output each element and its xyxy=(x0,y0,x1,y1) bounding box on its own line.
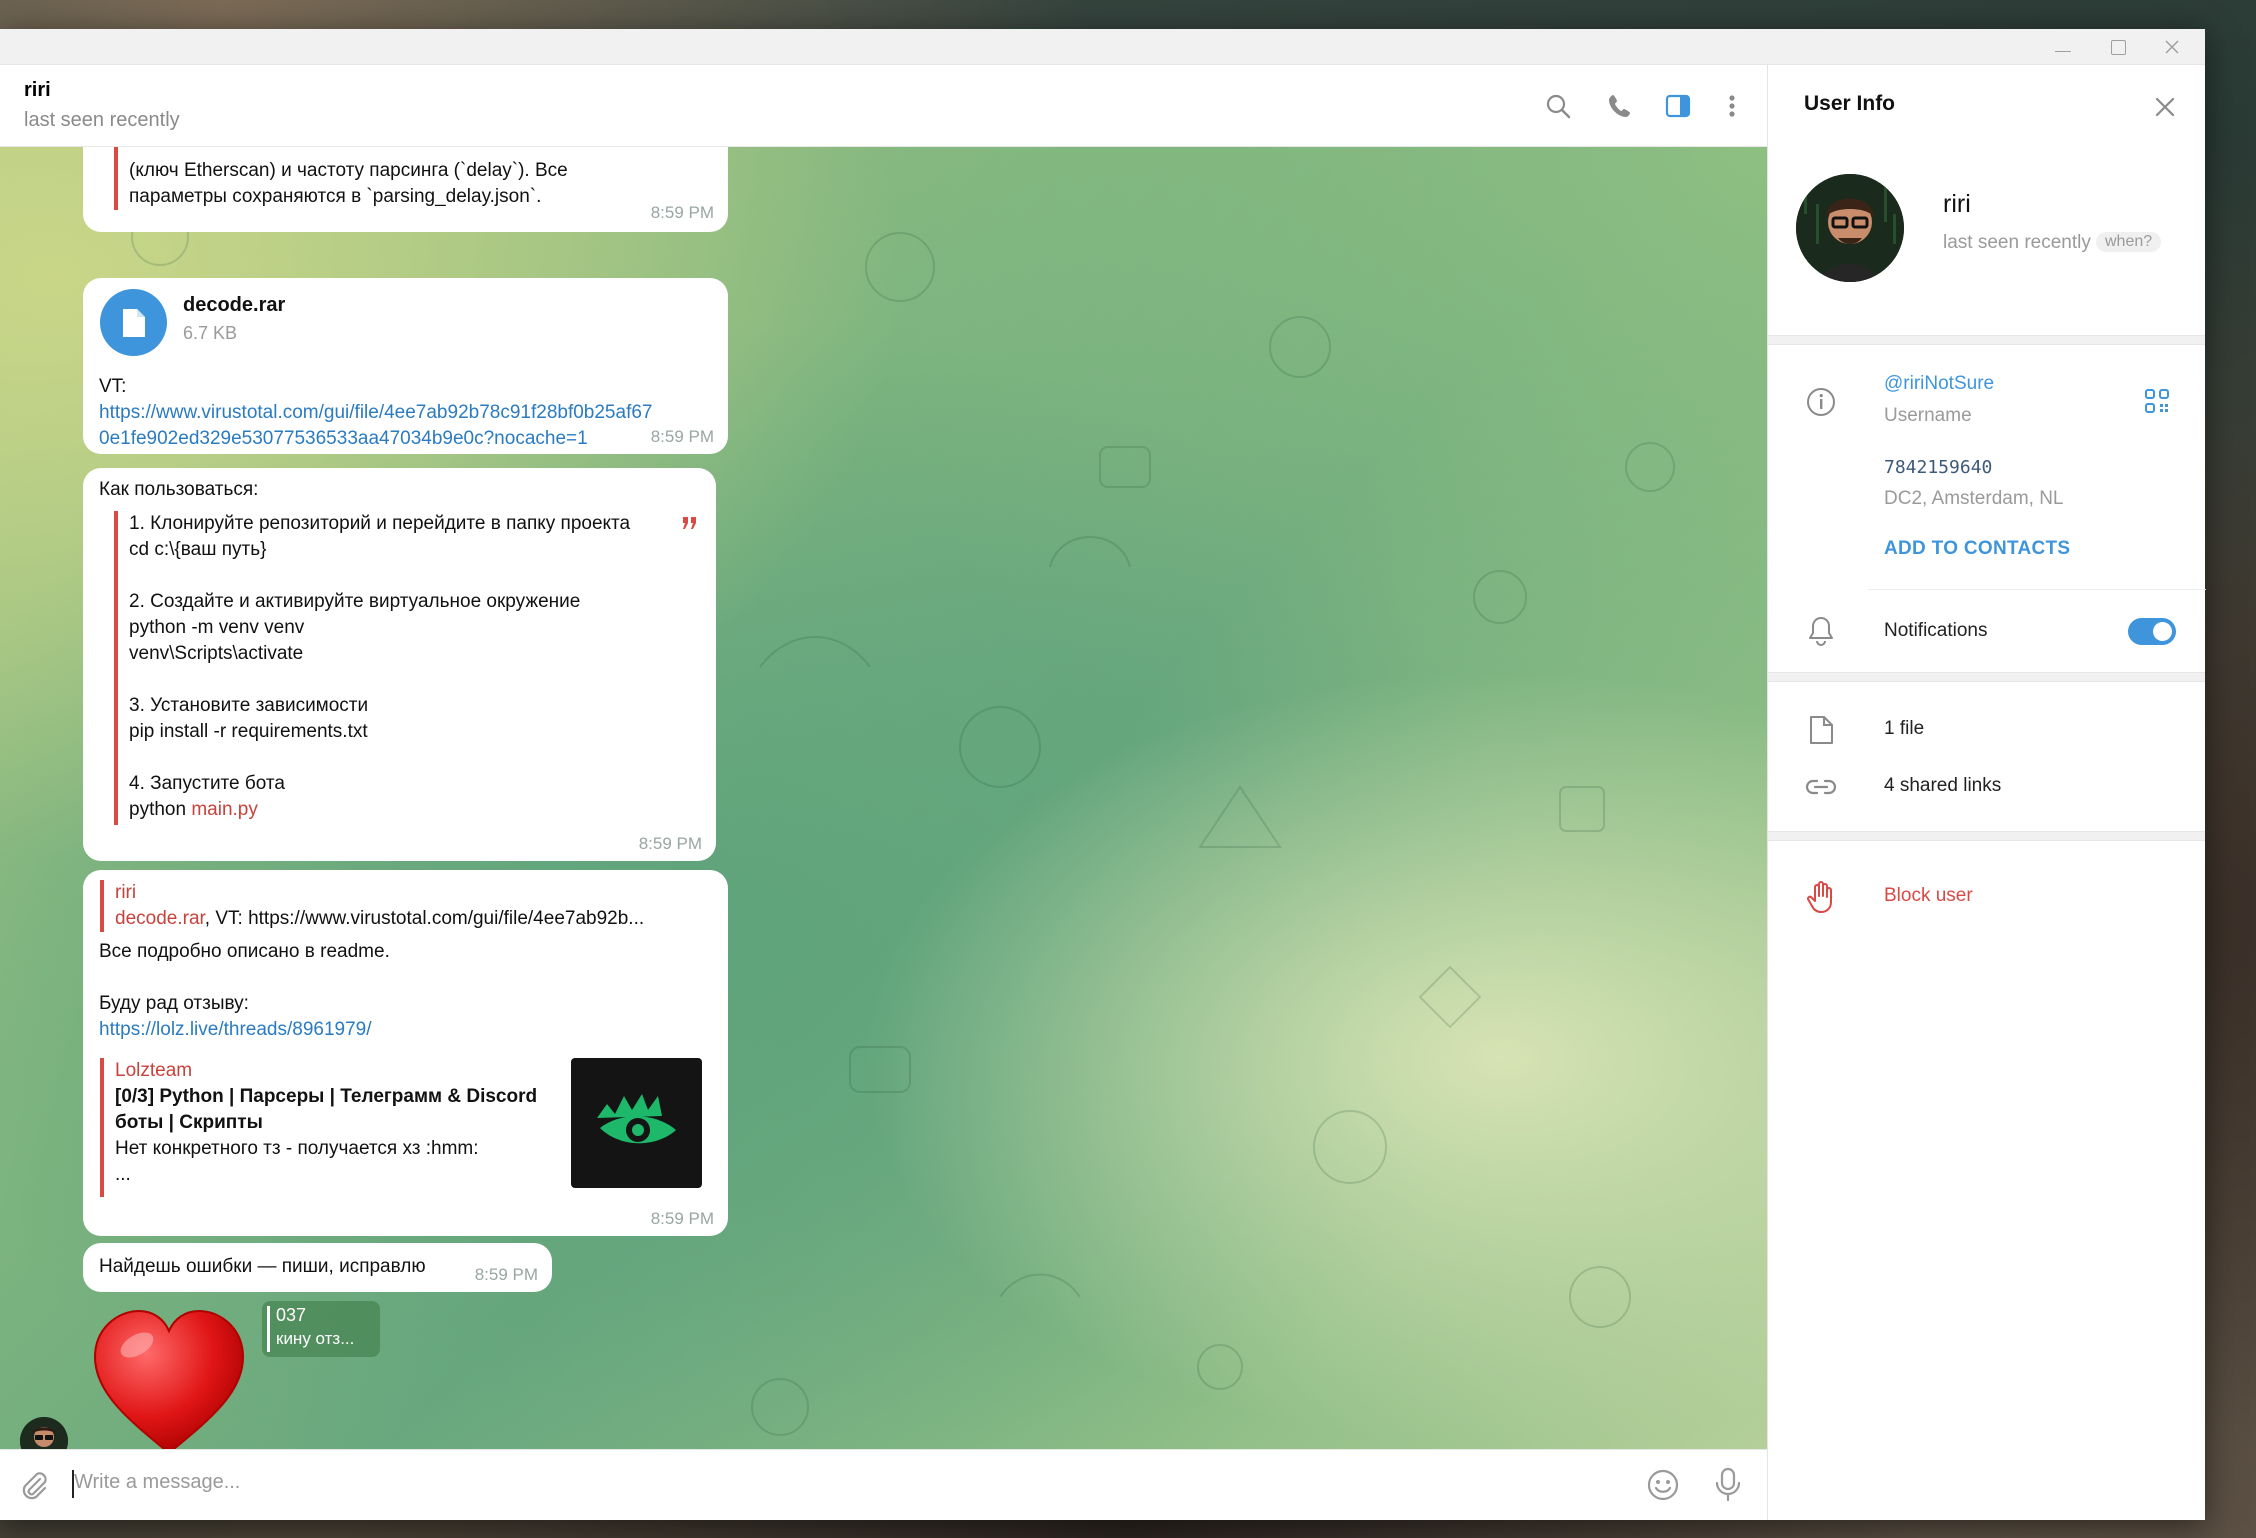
reply-quote[interactable]: riri decode.rar, VT: https://www.virusto… xyxy=(100,880,710,932)
chat-history[interactable]: (ключ Etherscan) и частоту парсинга (`de… xyxy=(0,147,1767,1449)
message-text: venv\Scripts\activate xyxy=(129,643,304,664)
message-text: 2. Создайте и активируйте виртуальное ок… xyxy=(129,591,581,612)
message-bubble-file[interactable]: decode.rar 6.7 KB VT: https://www.virust… xyxy=(83,278,728,454)
link-preview[interactable]: Lolzteam [0/3] Python | Парсеры | Телегр… xyxy=(100,1058,710,1197)
message-text: параметры сохраняются в `parsing_delay.j… xyxy=(129,186,542,207)
heart-sticker[interactable] xyxy=(89,1305,249,1449)
reply-file-link[interactable]: decode.rar xyxy=(115,908,205,929)
message-time: 8:59 PM xyxy=(650,427,714,446)
reply-text: кину отз... xyxy=(276,1329,355,1348)
close-icon[interactable] xyxy=(2150,92,2180,122)
reply-text: , VT: https://www.virustotal.com/gui/fil… xyxy=(204,908,645,929)
message-text: Как пользоваться: xyxy=(99,479,259,500)
sidebar-toggle-icon[interactable] xyxy=(1660,88,1696,124)
bell-icon xyxy=(1804,614,1838,648)
preview-image[interactable] xyxy=(571,1058,702,1188)
lolzteam-logo-icon xyxy=(596,1094,676,1144)
preview-title: [0/3] Python | Парсеры | Телеграмм & Dis… xyxy=(115,1086,538,1107)
message-bubble[interactable]: riri decode.rar, VT: https://www.virusto… xyxy=(83,870,728,1236)
window-titlebar xyxy=(0,29,2205,65)
reply-author: riri xyxy=(115,882,137,903)
chat-title[interactable]: riri xyxy=(24,79,51,102)
file-name[interactable]: decode.rar xyxy=(183,292,285,318)
minimize-button[interactable] xyxy=(2038,33,2088,61)
blockquote: 1. Клонируйте репозиторий и перейдите в … xyxy=(114,511,696,825)
username-link[interactable]: @ririNotSure xyxy=(1884,373,1994,395)
shared-links-item[interactable]: 4 shared links xyxy=(1884,775,2001,797)
message-link[interactable]: https://www.virustotal.com/gui/file/4ee7… xyxy=(99,400,652,426)
message-text: (ключ Etherscan) и частоту парсинга (`de… xyxy=(129,160,568,181)
add-to-contacts-button[interactable]: ADD TO CONTACTS xyxy=(1884,538,2070,560)
block-hand-icon xyxy=(1804,880,1838,914)
message-bubble[interactable]: Найдешь ошибки — пиши, исправлю 8:59 PM xyxy=(83,1243,552,1292)
chat-header[interactable]: riri last seen recently xyxy=(0,65,1767,147)
message-link[interactable]: main.py xyxy=(191,799,258,820)
message-text: 1. Клонируйте репозиторий и перейдите в … xyxy=(129,513,631,534)
microphone-icon[interactable] xyxy=(1714,1467,1742,1507)
profile-status: last seen recently xyxy=(1943,232,2091,253)
message-input-bar: Write a message... xyxy=(0,1449,1767,1520)
qr-code-icon[interactable] xyxy=(2142,386,2172,416)
blockquote: (ключ Etherscan) и частоту парсинга (`de… xyxy=(114,147,568,210)
maximize-button[interactable] xyxy=(2093,33,2143,61)
close-window-button[interactable] xyxy=(2147,33,2197,61)
phone-icon[interactable] xyxy=(1602,88,1638,124)
message-text xyxy=(129,667,694,693)
datacenter-info: DC2, Amsterdam, NL xyxy=(1884,488,2064,509)
block-user-button[interactable]: Block user xyxy=(1884,885,1973,907)
chat-status: last seen recently xyxy=(24,109,180,131)
file-icon[interactable] xyxy=(100,289,167,356)
file-size: 6.7 KB xyxy=(183,323,238,343)
when-button[interactable]: when? xyxy=(2096,232,2162,252)
message-text xyxy=(129,745,694,771)
sticker-reply[interactable]: 037 кину отз... xyxy=(262,1301,380,1357)
notifications-toggle[interactable] xyxy=(2128,618,2176,645)
more-menu-icon[interactable] xyxy=(1714,88,1750,124)
message-input[interactable]: Write a message... xyxy=(74,1471,240,1494)
message-text: Буду рад отзыву: xyxy=(99,993,249,1014)
message-text: python -m venv venv xyxy=(129,617,305,638)
message-text: Все подробно описано в readme. xyxy=(99,941,390,962)
reply-title: 037 xyxy=(276,1305,307,1325)
message-link[interactable]: https://lolz.live/threads/8961979/ xyxy=(99,1017,372,1043)
message-text xyxy=(129,563,694,589)
message-text: cd c:\{ваш путь} xyxy=(129,539,267,560)
notifications-label[interactable]: Notifications xyxy=(1884,620,1988,642)
emoji-icon[interactable] xyxy=(1646,1468,1680,1506)
message-time: 8:59 PM xyxy=(474,1265,538,1284)
search-icon[interactable] xyxy=(1540,88,1576,124)
message-time: 8:59 PM xyxy=(638,834,702,853)
message-link[interactable]: 0e1fe902ed329e53077536533aa47034b9e0c?no… xyxy=(99,426,588,452)
link-icon xyxy=(1804,770,1838,804)
quote-icon xyxy=(683,517,696,529)
message-text: 4. Запустите бота xyxy=(129,773,285,794)
message-bubble[interactable]: (ключ Etherscan) и частоту парсинга (`de… xyxy=(83,147,728,232)
file-icon xyxy=(1804,713,1838,747)
profile-avatar[interactable] xyxy=(1796,174,1904,282)
user-id[interactable]: 7842159640 xyxy=(1884,457,1992,478)
message-text: pip install -r requirements.txt xyxy=(129,721,368,742)
message-text: python xyxy=(129,799,192,820)
message-time: 8:59 PM xyxy=(650,1209,714,1228)
info-icon xyxy=(1804,385,1838,419)
telegram-window: riri last seen recently (ключ Etherscan)… xyxy=(0,29,2206,1520)
message-text: 3. Установите зависимости xyxy=(129,695,369,716)
panel-title: User Info xyxy=(1804,92,1896,115)
shared-files-item[interactable]: 1 file xyxy=(1884,718,1924,740)
user-info-panel: User Info riri last seen recently when? … xyxy=(1767,65,2206,1520)
username-label: Username xyxy=(1884,405,1972,426)
attach-icon[interactable] xyxy=(18,1470,50,1506)
message-bubble[interactable]: Как пользоваться: 1. Клонируйте репозито… xyxy=(83,468,716,861)
message-time: 8:59 PM xyxy=(650,203,714,222)
message-text: VT: xyxy=(99,376,127,397)
profile-name: riri xyxy=(1943,190,1971,218)
message-text: Найдешь ошибки — пиши, исправлю xyxy=(99,1256,426,1277)
